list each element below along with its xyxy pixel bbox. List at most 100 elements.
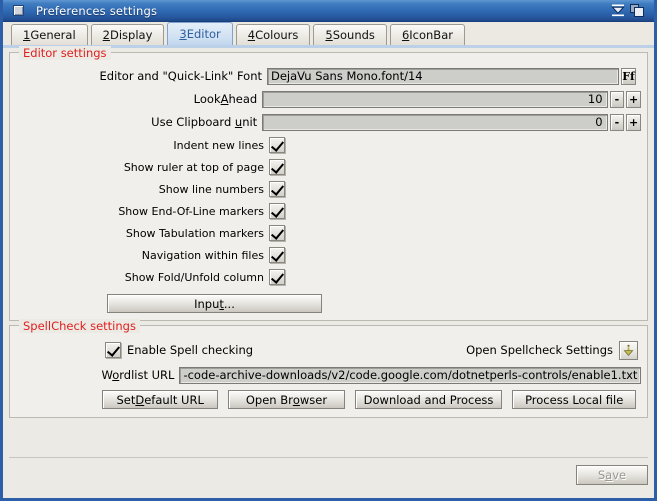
wordlist-url-input[interactable]: -code-archive-downloads/v2/code.google.c… bbox=[179, 366, 641, 384]
label-eol-pre: Show E bbox=[118, 204, 159, 218]
save-button[interactable]: Sa ve bbox=[576, 465, 648, 485]
tab-colours[interactable]: 4 Colours bbox=[235, 24, 311, 45]
checkbox-row-navigation-within-files[interactable]: Navigation within files bbox=[16, 244, 285, 266]
label-indent-post: ndent new lines bbox=[176, 138, 264, 152]
set-default-url-button[interactable]: Set Default URL bbox=[102, 390, 219, 409]
checkbox-navigation-within-files[interactable] bbox=[269, 247, 285, 263]
tab-display[interactable]: 2 Display bbox=[90, 24, 165, 45]
lookahead-label-post: head bbox=[228, 92, 258, 106]
checkbox-enable-spell-checking[interactable] bbox=[105, 342, 121, 358]
font-picker-button[interactable]: Ff bbox=[621, 67, 636, 85]
checkbox-row-show-tabulation-markers[interactable]: Show Tabulation markers bbox=[16, 222, 285, 244]
label-enable-spell-checking: Enable Spell checking bbox=[127, 343, 253, 357]
editor-font-label: Editor and "Quick-Link" Font bbox=[99, 69, 262, 83]
footer-bar: Sa ve bbox=[9, 457, 648, 492]
lookahead-label: LookAhead bbox=[16, 92, 262, 106]
set-default-url-pre: Set bbox=[116, 392, 136, 407]
checkbox-indent-new-lines[interactable] bbox=[269, 137, 285, 153]
save-button-acc: a bbox=[605, 468, 613, 482]
spellcheck-settings-group-title: SpellCheck settings bbox=[19, 319, 140, 333]
checkbox-show-tabulation-markers[interactable] bbox=[269, 225, 285, 241]
editor-font-row: Editor and "Quick-Link" Font DejaVu Sans… bbox=[16, 65, 641, 87]
window-menu-icon[interactable] bbox=[13, 5, 24, 16]
input-button[interactable]: Inpu t... bbox=[107, 294, 322, 313]
checkbox-show-ruler[interactable] bbox=[269, 159, 285, 175]
checkbox-row-show-eol-markers[interactable]: Show End-Of-Line markers bbox=[16, 200, 285, 222]
lookahead-increment-button[interactable]: + bbox=[626, 90, 642, 108]
tab-iconbar-accelerator: 6 bbox=[401, 28, 410, 42]
editor-settings-group: Editor settings Editor and "Quick-Link" … bbox=[9, 46, 648, 321]
save-button-post: ve bbox=[612, 468, 627, 482]
open-browser-button[interactable]: Open Br o wser bbox=[228, 390, 345, 409]
tab-general-label: General bbox=[30, 28, 76, 42]
tab-sounds-accelerator: 5 bbox=[325, 28, 333, 42]
label-enable-pre: Enable S bbox=[127, 343, 178, 357]
lookahead-decrement-button[interactable]: - bbox=[609, 90, 625, 108]
tab-colours-label: Colours bbox=[255, 28, 299, 42]
checkbox-show-eol-markers[interactable] bbox=[269, 203, 285, 219]
restore-window-icon[interactable] bbox=[629, 3, 645, 18]
tab-iconbar[interactable]: 6 IconBar bbox=[389, 24, 465, 45]
tab-bar: 1 General 2 Display 3 Editor 4 Colours 5… bbox=[3, 22, 654, 48]
input-button-row: Inpu t... bbox=[16, 294, 641, 313]
process-local-file-button[interactable]: Process Local file bbox=[512, 390, 636, 409]
tab-content-editor: Editor settings Editor and "Quick-Link" … bbox=[3, 46, 654, 498]
label-nav-post: igation within files bbox=[163, 248, 264, 262]
wordlist-label-pre: W bbox=[101, 368, 113, 382]
checkbox-show-fold-column[interactable] bbox=[269, 269, 285, 285]
label-enable-post: ell checking bbox=[184, 343, 254, 357]
lookahead-field[interactable]: 10 bbox=[262, 90, 608, 108]
checkbox-row-show-ruler[interactable]: Show ruler at top of page bbox=[16, 156, 285, 178]
open-browser-post: wser bbox=[299, 392, 328, 407]
label-show-line-numbers: Show line numbers bbox=[159, 183, 264, 196]
label-fold-pre: Show bbox=[124, 270, 158, 284]
set-default-url-acc: D bbox=[135, 392, 145, 407]
clipboard-label-post: nit bbox=[242, 115, 258, 129]
spellcheck-buttons-row: Set Default URL Open Br o wser Download an… bbox=[16, 390, 641, 409]
input-button-pre: Inpu bbox=[194, 296, 220, 311]
label-indent-new-lines: Indent new lines bbox=[173, 139, 264, 152]
clipboard-increment-button[interactable]: + bbox=[626, 113, 642, 131]
tab-general-accelerator: 1 bbox=[23, 28, 31, 42]
checkbox-row-show-line-numbers[interactable]: Show line numbers bbox=[16, 178, 285, 200]
title-bar: Preferences settings bbox=[3, 0, 654, 22]
title-bar-buttons bbox=[610, 3, 645, 18]
tab-sounds-label: Sounds bbox=[332, 28, 375, 42]
input-button-post: ... bbox=[223, 296, 235, 311]
label-ruler-post: uler at top of page bbox=[161, 160, 264, 174]
clipboard-unit-label: Use Clipboard unit bbox=[16, 115, 262, 129]
label-tab-post: ulation markers bbox=[177, 226, 264, 240]
lookahead-label-pre: Look bbox=[193, 92, 221, 106]
tab-editor-label: Editor bbox=[186, 27, 221, 41]
tab-sounds[interactable]: 5 Sounds bbox=[313, 24, 387, 45]
download-and-process-button[interactable]: Download and Process bbox=[354, 390, 503, 409]
save-button-pre: S bbox=[597, 468, 606, 482]
tab-display-label: Display bbox=[109, 28, 153, 42]
iconize-icon[interactable] bbox=[610, 3, 626, 18]
spellcheck-settings-icon[interactable] bbox=[619, 340, 638, 360]
label-show-eol-markers: Show End-Of-Line markers bbox=[118, 205, 264, 218]
tab-colours-accelerator: 4 bbox=[247, 28, 256, 42]
tab-general[interactable]: 1 General bbox=[11, 24, 88, 45]
wordlist-url-label: Wordlist URL bbox=[16, 368, 179, 382]
label-linenum-post: ine numbers bbox=[195, 182, 264, 196]
clipboard-decrement-button[interactable]: - bbox=[609, 113, 625, 131]
set-default-url-post: efault URL bbox=[144, 392, 204, 407]
checkbox-row-show-fold-column[interactable]: Show Fold/Unfold column bbox=[16, 266, 285, 288]
open-browser-acc: o bbox=[292, 392, 300, 407]
label-show-fold-column: Show Fold/Unfold column bbox=[125, 271, 264, 284]
label-show-ruler: Show ruler at top of page bbox=[124, 161, 264, 174]
checkbox-row-indent-new-lines[interactable]: Indent new lines bbox=[16, 134, 285, 156]
editor-font-field[interactable]: DejaVu Sans Mono.font/14 bbox=[267, 67, 619, 85]
open-spellcheck-settings-label: Open Spellcheck Settings bbox=[466, 343, 613, 357]
clipboard-unit-row: Use Clipboard unit 0 - + bbox=[16, 111, 642, 133]
clipboard-unit-field[interactable]: 0 bbox=[262, 113, 608, 131]
label-linenum-pre: Show bbox=[158, 182, 192, 196]
enable-spell-checking-row: Enable Spell checking Open Spellcheck Se… bbox=[16, 338, 641, 362]
tab-editor[interactable]: 3 Editor bbox=[167, 22, 233, 45]
wordlist-label-post: rdlist URL bbox=[119, 368, 175, 382]
checkbox-show-line-numbers[interactable] bbox=[269, 181, 285, 197]
window-title: Preferences settings bbox=[36, 3, 158, 18]
editor-settings-group-title: Editor settings bbox=[19, 46, 111, 60]
label-show-tabulation-markers: Show Tabulation markers bbox=[126, 227, 264, 240]
